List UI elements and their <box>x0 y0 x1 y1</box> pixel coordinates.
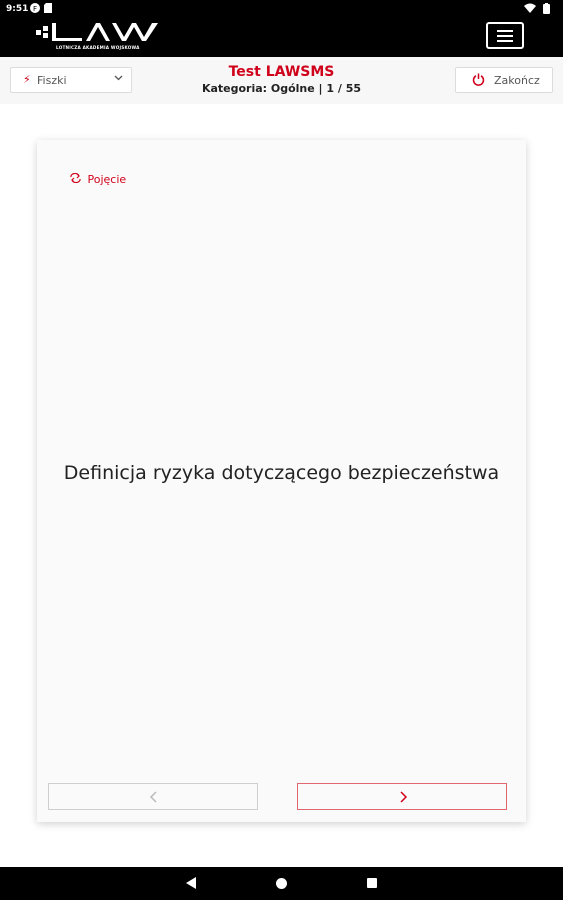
category-progress: Kategoria: Ogólne | 1 / 55 <box>201 82 362 95</box>
app-f-icon: F <box>30 3 40 17</box>
hamburger-menu-icon <box>497 30 513 32</box>
end-test-button[interactable]: Zakończ <box>455 67 553 93</box>
chevron-left-icon <box>149 791 157 803</box>
next-card-button[interactable] <box>297 783 507 810</box>
test-header: Test LAWSMS Kategoria: Ogólne | 1 / 55 <box>180 64 383 96</box>
logo-subtitle: LOTNICZA AKADEMIA WOJSKOWA <box>56 45 140 50</box>
power-icon <box>472 73 485 86</box>
back-icon[interactable] <box>186 877 196 889</box>
bolt-icon: ⚡ <box>23 73 31 86</box>
test-title: Test LAWSMS <box>228 64 335 80</box>
sim-icon <box>44 3 52 17</box>
status-bar: 9:51 F <box>0 0 563 18</box>
previous-card-button[interactable] <box>48 783 258 810</box>
chevron-down-icon <box>114 73 123 85</box>
flip-side-label: Pojęcie <box>87 173 127 186</box>
chevron-right-icon <box>400 791 408 803</box>
flashcard[interactable]: Pojęcie Definicja ryzyka dotyczącego bez… <box>37 140 526 822</box>
law-logo-graphic <box>36 23 158 41</box>
hamburger-menu-icon-bar <box>497 40 513 42</box>
swap-icon <box>70 172 85 186</box>
toolbar: ⚡ Fiszki Test LAWSMS Kategoria: Ogólne |… <box>0 57 563 104</box>
home-icon[interactable] <box>276 878 287 889</box>
android-nav-bar <box>0 867 563 900</box>
recents-icon[interactable] <box>367 878 377 888</box>
law-logo[interactable]: LOTNICZA AKADEMIA WOJSKOWA <box>36 20 162 54</box>
app-bar: LOTNICZA AKADEMIA WOJSKOWA <box>0 18 563 57</box>
flip-side-toggle[interactable]: Pojęcie <box>70 172 127 186</box>
battery-icon <box>543 3 550 18</box>
flashcard-question: Definicja ryzyka dotyczącego bezpieczeńs… <box>63 462 500 484</box>
mode-select[interactable]: ⚡ Fiszki <box>10 67 132 93</box>
status-time: 9:51 <box>6 4 29 14</box>
svg-text:F: F <box>33 5 37 13</box>
wifi-icon <box>524 3 536 17</box>
hamburger-menu-icon-bar <box>497 35 513 37</box>
mode-select-value: Fiszki <box>37 74 67 87</box>
hamburger-menu-button[interactable] <box>486 22 524 49</box>
end-test-label: Zakończ <box>494 74 540 87</box>
